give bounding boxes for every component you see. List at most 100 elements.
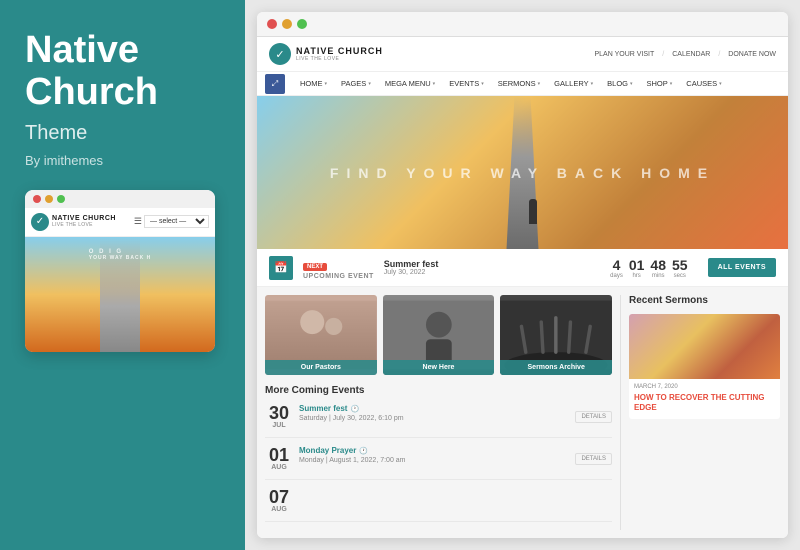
event-info-2: Monday Prayer 🕐 Monday | August 1, 2022,… bbox=[299, 446, 569, 464]
share-icon[interactable]: ⤢ bbox=[265, 74, 285, 94]
mobile-logo-text-wrap: NATIVE CHURCH LIVE THE LOVE bbox=[52, 215, 116, 228]
mobile-logo: NATIVE CHURCH LIVE THE LOVE bbox=[31, 213, 116, 231]
site-logo-tagline: LIVE THE LOVE bbox=[296, 56, 383, 62]
calendar-icon: 📅 bbox=[269, 256, 293, 280]
nav-blog[interactable]: BLOG ▾ bbox=[600, 72, 639, 95]
hero-text: FIND YOUR WAY BACK HOME bbox=[330, 165, 715, 181]
countdown: 4 days 01 hrs 48 mins 55 secs bbox=[610, 257, 687, 279]
coming-events-title: More Coming Events bbox=[265, 385, 612, 396]
all-events-button[interactable]: ALL EVENTS bbox=[708, 258, 776, 277]
details-btn-1[interactable]: DETAILS bbox=[575, 411, 612, 423]
content-grid: Our Pastors New Here bbox=[257, 287, 788, 538]
sermon-image bbox=[629, 314, 780, 379]
sermon-info: MARCH 7, 2020 HOW TO RECOVER THE CUTTING… bbox=[629, 379, 780, 419]
right-panel: ✓ NATIVE CHURCH LIVE THE LOVE PLAN YOUR … bbox=[245, 0, 800, 550]
nav-gallery[interactable]: GALLERY ▾ bbox=[547, 72, 600, 95]
event-item-3: 07 AUG bbox=[265, 488, 612, 522]
countdown-days: 4 days bbox=[610, 257, 623, 279]
desktop-dot-red bbox=[267, 19, 277, 29]
card-label-sermons: Sermons Archive bbox=[500, 360, 612, 375]
desktop-titlebar bbox=[257, 12, 788, 37]
site-logo-name: NATIVE CHURCH bbox=[296, 46, 383, 56]
plan-visit-link[interactable]: PLAN YOUR VISIT bbox=[594, 51, 654, 58]
nav-sermons[interactable]: SERMONS ▾ bbox=[491, 72, 547, 95]
img-card-pastors[interactable]: Our Pastors bbox=[265, 295, 377, 375]
event-when-2: Monday | August 1, 2022, 7:00 am bbox=[299, 457, 569, 464]
recent-sermons-title: Recent Sermons bbox=[629, 295, 780, 306]
sep2: / bbox=[718, 51, 720, 58]
desktop-dot-green bbox=[297, 19, 307, 29]
theme-title: Native Church bbox=[25, 30, 220, 114]
nav-items: HOME ▾ PAGES ▾ MEGA MENU ▾ EVENTS ▾ SERM… bbox=[293, 72, 729, 95]
theme-author: By imithemes bbox=[25, 153, 220, 168]
card-label-pastors: Our Pastors bbox=[265, 360, 377, 375]
image-cards: Our Pastors New Here bbox=[265, 295, 612, 375]
site-header: ✓ NATIVE CHURCH LIVE THE LOVE PLAN YOUR … bbox=[257, 37, 788, 72]
event-item-1: 30 JUL Summer fest 🕐 Saturday | July 30,… bbox=[265, 404, 612, 438]
mobile-hero: O D I G YOUR WAY BACK H bbox=[25, 237, 215, 352]
mobile-nav-select[interactable]: — select — bbox=[144, 215, 209, 228]
event-title-1: Summer fest 🕐 bbox=[299, 404, 569, 413]
event-badge: NEXT bbox=[303, 263, 327, 271]
mobile-dot-green bbox=[57, 195, 65, 203]
event-info-1: Summer fest 🕐 Saturday | July 30, 2022, … bbox=[299, 404, 569, 422]
mobile-header: NATIVE CHURCH LIVE THE LOVE ☰ — select — bbox=[25, 208, 215, 237]
event-month-3: AUG bbox=[265, 506, 293, 513]
event-date: July 30, 2022 bbox=[384, 269, 439, 276]
site-logo-text: NATIVE CHURCH LIVE THE LOVE bbox=[296, 46, 383, 62]
content-right: Recent Sermons MARCH 7, 2020 HOW TO RECO… bbox=[620, 295, 780, 530]
donate-link[interactable]: DONATE NOW bbox=[728, 51, 776, 58]
card-label-new: New Here bbox=[383, 360, 495, 375]
calendar-link[interactable]: CALENDAR bbox=[672, 51, 710, 58]
sermon-meta: MARCH 7, 2020 bbox=[634, 384, 775, 390]
event-item-2: 01 AUG Monday Prayer 🕐 Monday | August 1… bbox=[265, 446, 612, 480]
nav-mega[interactable]: MEGA MENU ▾ bbox=[378, 72, 442, 95]
img-card-sermons[interactable]: Sermons Archive bbox=[500, 295, 612, 375]
desktop-dot-yellow bbox=[282, 19, 292, 29]
countdown-secs: 55 secs bbox=[672, 257, 688, 279]
event-date-block-2: 01 AUG bbox=[265, 446, 293, 471]
event-title-2: Monday Prayer 🕐 bbox=[299, 446, 569, 455]
event-date-block-3: 07 AUG bbox=[265, 488, 293, 513]
sep1: / bbox=[662, 51, 664, 58]
event-label: UPCOMING EVENT bbox=[303, 273, 374, 280]
clock-icon-2: 🕐 bbox=[359, 447, 368, 455]
details-btn-2[interactable]: DETAILS bbox=[575, 453, 612, 465]
site-logo-icon: ✓ bbox=[269, 43, 291, 65]
img-card-new[interactable]: New Here bbox=[383, 295, 495, 375]
mobile-logo-icon bbox=[31, 213, 49, 231]
clock-icon-1: 🕐 bbox=[350, 405, 359, 413]
events-bar: 📅 NEXT UPCOMING EVENT Summer fest July 3… bbox=[257, 249, 788, 287]
mobile-dot-yellow bbox=[45, 195, 53, 203]
mobile-hero-text: O D I G YOUR WAY BACK H bbox=[89, 249, 152, 261]
site-nav: ⤢ HOME ▾ PAGES ▾ MEGA MENU ▾ EVENTS ▾ SE… bbox=[257, 72, 788, 96]
mobile-logo-name: NATIVE CHURCH bbox=[52, 215, 116, 222]
event-name: Summer fest bbox=[384, 259, 439, 269]
event-badge-wrap: NEXT UPCOMING EVENT bbox=[303, 255, 374, 280]
sermon-card[interactable]: MARCH 7, 2020 HOW TO RECOVER THE CUTTING… bbox=[629, 314, 780, 419]
left-panel: Native Church Theme By imithemes NATIVE … bbox=[0, 0, 245, 550]
site-logo: ✓ NATIVE CHURCH LIVE THE LOVE bbox=[269, 43, 383, 65]
nav-pages[interactable]: PAGES ▾ bbox=[334, 72, 378, 95]
mobile-logo-sub: LIVE THE LOVE bbox=[52, 222, 116, 228]
event-day-2: 01 bbox=[265, 446, 293, 464]
nav-events[interactable]: EVENTS ▾ bbox=[442, 72, 491, 95]
event-month-2: AUG bbox=[265, 464, 293, 471]
countdown-hrs: 01 hrs bbox=[629, 257, 645, 279]
mobile-preview: NATIVE CHURCH LIVE THE LOVE ☰ — select —… bbox=[25, 190, 215, 352]
nav-home[interactable]: HOME ▾ bbox=[293, 72, 334, 95]
sermon-title: HOW TO RECOVER THE CUTTING EDGE bbox=[634, 393, 775, 414]
nav-shop[interactable]: SHOP ▾ bbox=[640, 72, 680, 95]
mobile-titlebar bbox=[25, 190, 215, 208]
event-main: Summer fest July 30, 2022 bbox=[384, 259, 439, 276]
event-day-1: 30 bbox=[265, 404, 293, 422]
content-left: Our Pastors New Here bbox=[265, 295, 620, 530]
desktop-window: ✓ NATIVE CHURCH LIVE THE LOVE PLAN YOUR … bbox=[257, 12, 788, 538]
countdown-mins: 48 mins bbox=[650, 257, 666, 279]
event-month-1: JUL bbox=[265, 422, 293, 429]
mobile-dot-red bbox=[33, 195, 41, 203]
site-hero: FIND YOUR WAY BACK HOME bbox=[257, 96, 788, 249]
nav-causes[interactable]: CAUSES ▾ bbox=[679, 72, 728, 95]
site-header-links: PLAN YOUR VISIT / CALENDAR / DONATE NOW bbox=[594, 51, 776, 58]
theme-subtitle: Theme bbox=[25, 122, 220, 145]
